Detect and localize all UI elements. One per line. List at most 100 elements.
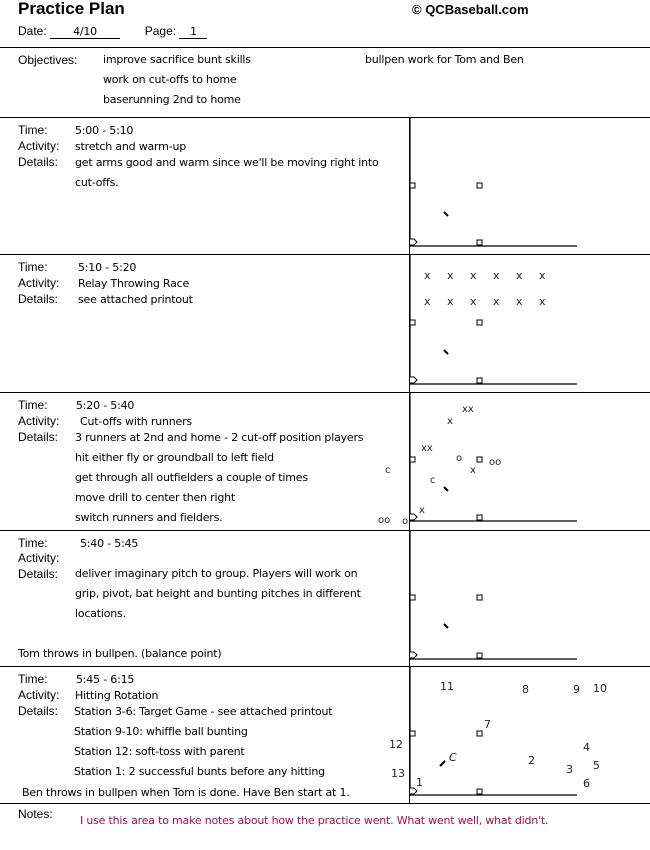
objective-item: baserunning 2nd to home [103,93,241,106]
player-x: x [470,269,477,282]
station-9: 9 [573,683,580,696]
date-field[interactable]: 4/10 [50,26,121,39]
time-value: 5:00 - 5:10 [75,124,134,137]
time-value: 5:40 - 5:45 [80,537,139,550]
station-13: 13 [391,767,405,780]
time-value: 5:20 - 5:40 [76,399,135,412]
details-line: get arms good and warm since we'll be mo… [75,156,379,169]
station-4: 4 [583,741,590,754]
station-2: 2 [528,754,535,767]
player-xx: xx [421,443,433,454]
field-diagram: xx x xx o oo x c c x oo o [378,393,577,527]
details-label: Details: [18,292,59,306]
details-label: Details: [18,567,59,581]
activity-value: Hitting Rotation [75,689,159,702]
activity-label: Activity: [18,139,60,153]
time-label: Time: [18,123,48,137]
player-marks: xx x xx o oo x c c x oo o [378,404,501,527]
player-oo: oo [489,457,501,468]
station-3: 3 [566,763,573,776]
divider-header [0,47,650,48]
player-marks: xxx xxx xxx xxx [424,269,546,308]
player-c: c [430,475,436,486]
pitchers-mound [443,623,449,629]
date-row: Date: 4/10 Page: 1 [18,24,208,39]
time-label: Time: [18,260,48,274]
field-diagram: xxx xxx xxx xxx [409,255,577,385]
third-base [409,319,416,326]
field-diagram: 11 8 9 10 7 12 C 2 4 5 3 13 1 6 [389,667,607,796]
activity-label: Activity: [18,414,60,428]
field-diagram [409,118,577,247]
details-line: cut-offs. [75,176,119,189]
player-x: x [470,295,477,308]
field-lines [409,667,577,796]
player-x: x [516,295,523,308]
activity-value: Cut-offs with runners [80,415,192,428]
third-base [409,730,416,737]
third-base [409,182,416,189]
time-label: Time: [18,536,48,550]
station-12: 12 [389,738,403,751]
time-value: 5:10 - 5:20 [78,261,137,274]
details-line: Station 1: 2 successful bunts before any… [74,765,325,778]
player-x: x [424,295,431,308]
details-line: move drill to center then right [75,491,235,504]
player-x: x [447,416,453,427]
field-diagram [409,531,577,660]
player-x: x [539,269,546,282]
player-x: x [516,269,523,282]
details-line: switch runners and fielders. [75,511,223,524]
first-base [476,652,483,659]
field-lines [409,531,577,660]
second-base [476,319,483,326]
player-o: o [402,516,408,527]
home-plate [410,513,418,521]
details-label: Details: [18,430,59,444]
details-label: Details: [18,704,59,718]
second-base [476,456,483,463]
details-line: grip, pivot, bat height and bunting pitc… [75,587,361,600]
station-10: 10 [593,682,607,695]
details-line: Station 3-6: Target Game - see attached … [74,705,333,718]
activity-label: Activity: [18,276,60,290]
details-line: deliver imaginary pitch to group. Player… [75,567,358,580]
details-line: see attached printout [78,293,193,306]
station-8: 8 [522,683,529,696]
first-base [476,788,483,795]
station-1: 1 [416,776,423,789]
first-base [476,377,483,384]
divider-block5 [0,803,650,804]
station-6: 6 [583,777,590,790]
activity-value: Relay Throwing Race [78,277,190,290]
objective-side-item: bullpen work for Tom and Ben [365,53,524,66]
player-x: x [470,465,476,476]
home-plate [410,238,418,246]
details-line: locations. [75,607,126,620]
player-o: o [456,453,462,464]
objective-item: work on cut-offs to home [103,73,237,86]
player-xx: xx [462,404,474,415]
details-line: hit either fly or groundball to left fie… [75,451,274,464]
player-x: x [493,295,500,308]
block-footer-note: Tom throws in bullpen. (balance point) [18,647,222,660]
player-oo: oo [378,515,390,526]
station-7: 7 [484,718,491,731]
activity-label: Activity: [18,688,60,702]
home-plate [410,651,418,659]
details-line: get through all outfielders a couple of … [75,471,308,484]
time-value: 5:45 - 6:15 [76,673,135,686]
page-field[interactable]: 1 [179,26,208,39]
time-label: Time: [18,398,48,412]
pitchers-mound [443,349,449,355]
details-line: Station 12: soft-toss with parent [74,745,245,758]
activity-label: Activity: [18,551,60,565]
second-base [476,594,483,601]
objective-item: improve sacrifice bunt skills [103,53,251,66]
block-footer-note: Ben throws in bullpen when Tom is done. … [22,786,350,799]
field-lines [409,118,577,247]
notes-text[interactable]: I use this area to make notes about how … [80,814,549,827]
player-x: x [419,505,425,516]
third-base [409,594,416,601]
player-x: x [447,269,454,282]
